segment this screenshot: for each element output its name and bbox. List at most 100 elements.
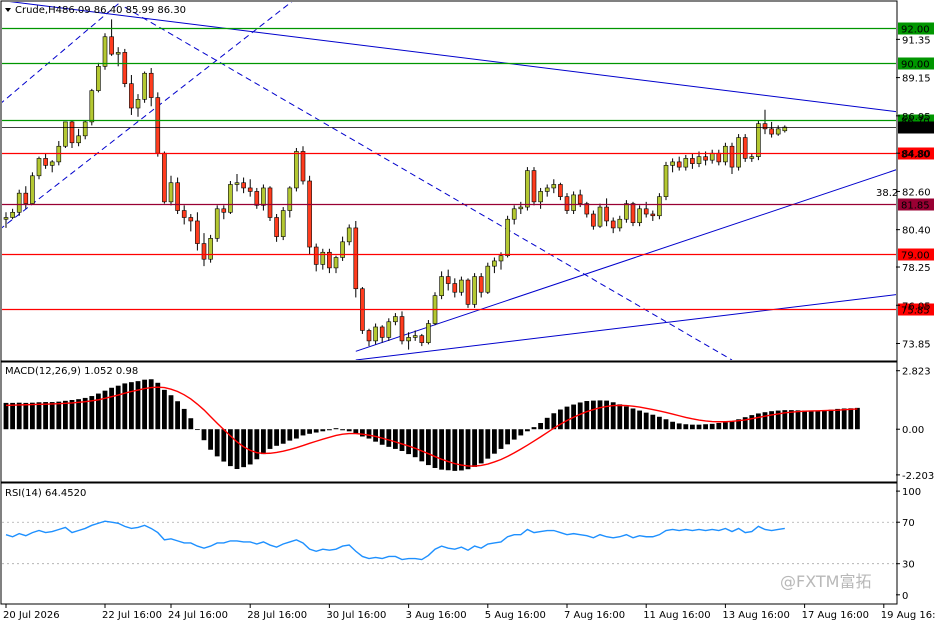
candle-body [340, 241, 345, 258]
macd-bar [181, 408, 187, 430]
macd-bar [584, 401, 590, 430]
time-tick-label: 22 Jul 16:00 [102, 610, 162, 621]
candle-body [610, 220, 616, 229]
time-tick-label: 13 Aug 16:00 [722, 610, 789, 621]
symbol-label[interactable]: Crude,H4 [15, 5, 62, 16]
candle-body [465, 279, 471, 305]
candle-body [346, 227, 352, 243]
candle-body [69, 121, 75, 144]
candle-body [135, 99, 141, 109]
macd-bar [129, 382, 134, 430]
symbol-dropdown-icon[interactable] [5, 8, 11, 12]
candle-body [657, 196, 662, 217]
macd-bar [36, 402, 42, 430]
rsi-title: RSI(14) 64.4520 [5, 488, 86, 499]
macd-bar [353, 429, 359, 434]
candle-body [558, 184, 563, 197]
candle-body [406, 337, 411, 342]
macd-bar [76, 399, 81, 430]
candle-body [36, 158, 42, 177]
macd-bar [23, 402, 29, 430]
candle-body [544, 187, 550, 192]
macd-bar [300, 429, 306, 436]
rsi-tick-label: 30 [902, 560, 915, 571]
candle-body [637, 208, 642, 224]
candle-body [670, 161, 675, 166]
candle-body [511, 208, 517, 220]
macd-bar [135, 381, 141, 430]
candle-body [267, 187, 273, 218]
candle-body [181, 210, 187, 218]
price-tick-label: 78.25 [902, 263, 931, 274]
candle-body [498, 255, 504, 262]
macd-bar [168, 395, 174, 430]
rsi-tick-label: 0 [902, 591, 908, 602]
macd-bar [815, 410, 821, 430]
macd-bar [393, 429, 398, 449]
macd-bar [591, 400, 596, 430]
macd-bar [43, 402, 48, 430]
macd-bar [525, 429, 530, 432]
candle-body [736, 137, 741, 168]
time-tick-label: 24 Jul 16:00 [168, 610, 228, 621]
macd-bar [122, 383, 128, 430]
macd-bar [221, 429, 227, 462]
macd-bar [564, 406, 570, 430]
macd-bar [366, 429, 372, 439]
time-tick-label: 30 Jul 16:00 [326, 610, 386, 621]
macd-bar [478, 429, 484, 464]
macd-bar [195, 429, 200, 431]
candle-body [16, 192, 22, 213]
macd-bar [340, 429, 345, 431]
macd-bar [30, 402, 35, 430]
macd-bar [399, 429, 405, 451]
macd-bar [274, 429, 279, 446]
candle-body [379, 326, 385, 338]
candle-body [571, 194, 576, 211]
macd-bar [432, 429, 438, 468]
macd-bar [802, 410, 807, 430]
macd-bar [142, 379, 147, 430]
macd-bar [373, 429, 378, 442]
macd-bar [696, 424, 702, 430]
candle-body [478, 276, 484, 293]
chart-canvas: 92.0090.0086.7084.8081.8579.0075.8586.30… [0, 0, 936, 621]
macd-bar [498, 429, 504, 449]
candle-body [63, 121, 68, 147]
current-price-tag: 86.30 [901, 124, 930, 135]
macd-bar [175, 401, 180, 430]
price-tick-label: 91.35 [902, 35, 931, 46]
macd-bar [313, 429, 319, 433]
candle-body [287, 187, 293, 211]
candle-body [373, 326, 378, 342]
macd-bar [445, 429, 451, 471]
macd-bar [439, 429, 444, 470]
candle-body [439, 276, 444, 296]
rsi-line [5, 520, 785, 561]
candle-body [643, 208, 649, 215]
candle-body [386, 321, 392, 338]
macd-bar [261, 429, 266, 455]
fib-38-label: 38.2 [876, 188, 898, 199]
macd-bar [307, 429, 312, 434]
candle-body [577, 194, 583, 204]
candle-body [188, 217, 194, 222]
candle-body [313, 246, 319, 265]
macd-bar [234, 429, 240, 470]
price-tick-label: 76.05 [902, 301, 931, 312]
macd-bar [835, 408, 840, 430]
price-pane-frame [0, 0, 898, 362]
candle-body [531, 170, 537, 203]
candle-body [129, 83, 134, 109]
macd-bar [280, 429, 286, 444]
macd-bar [762, 412, 768, 430]
macd-bar [841, 408, 847, 430]
macd-bar [16, 402, 22, 430]
macd-bar [855, 407, 860, 430]
candle-body [162, 152, 167, 203]
macd-bar [472, 429, 477, 467]
candle-body [122, 52, 128, 84]
macd-bar [214, 429, 220, 457]
candle-body [399, 316, 405, 342]
macd-bar [617, 404, 623, 430]
